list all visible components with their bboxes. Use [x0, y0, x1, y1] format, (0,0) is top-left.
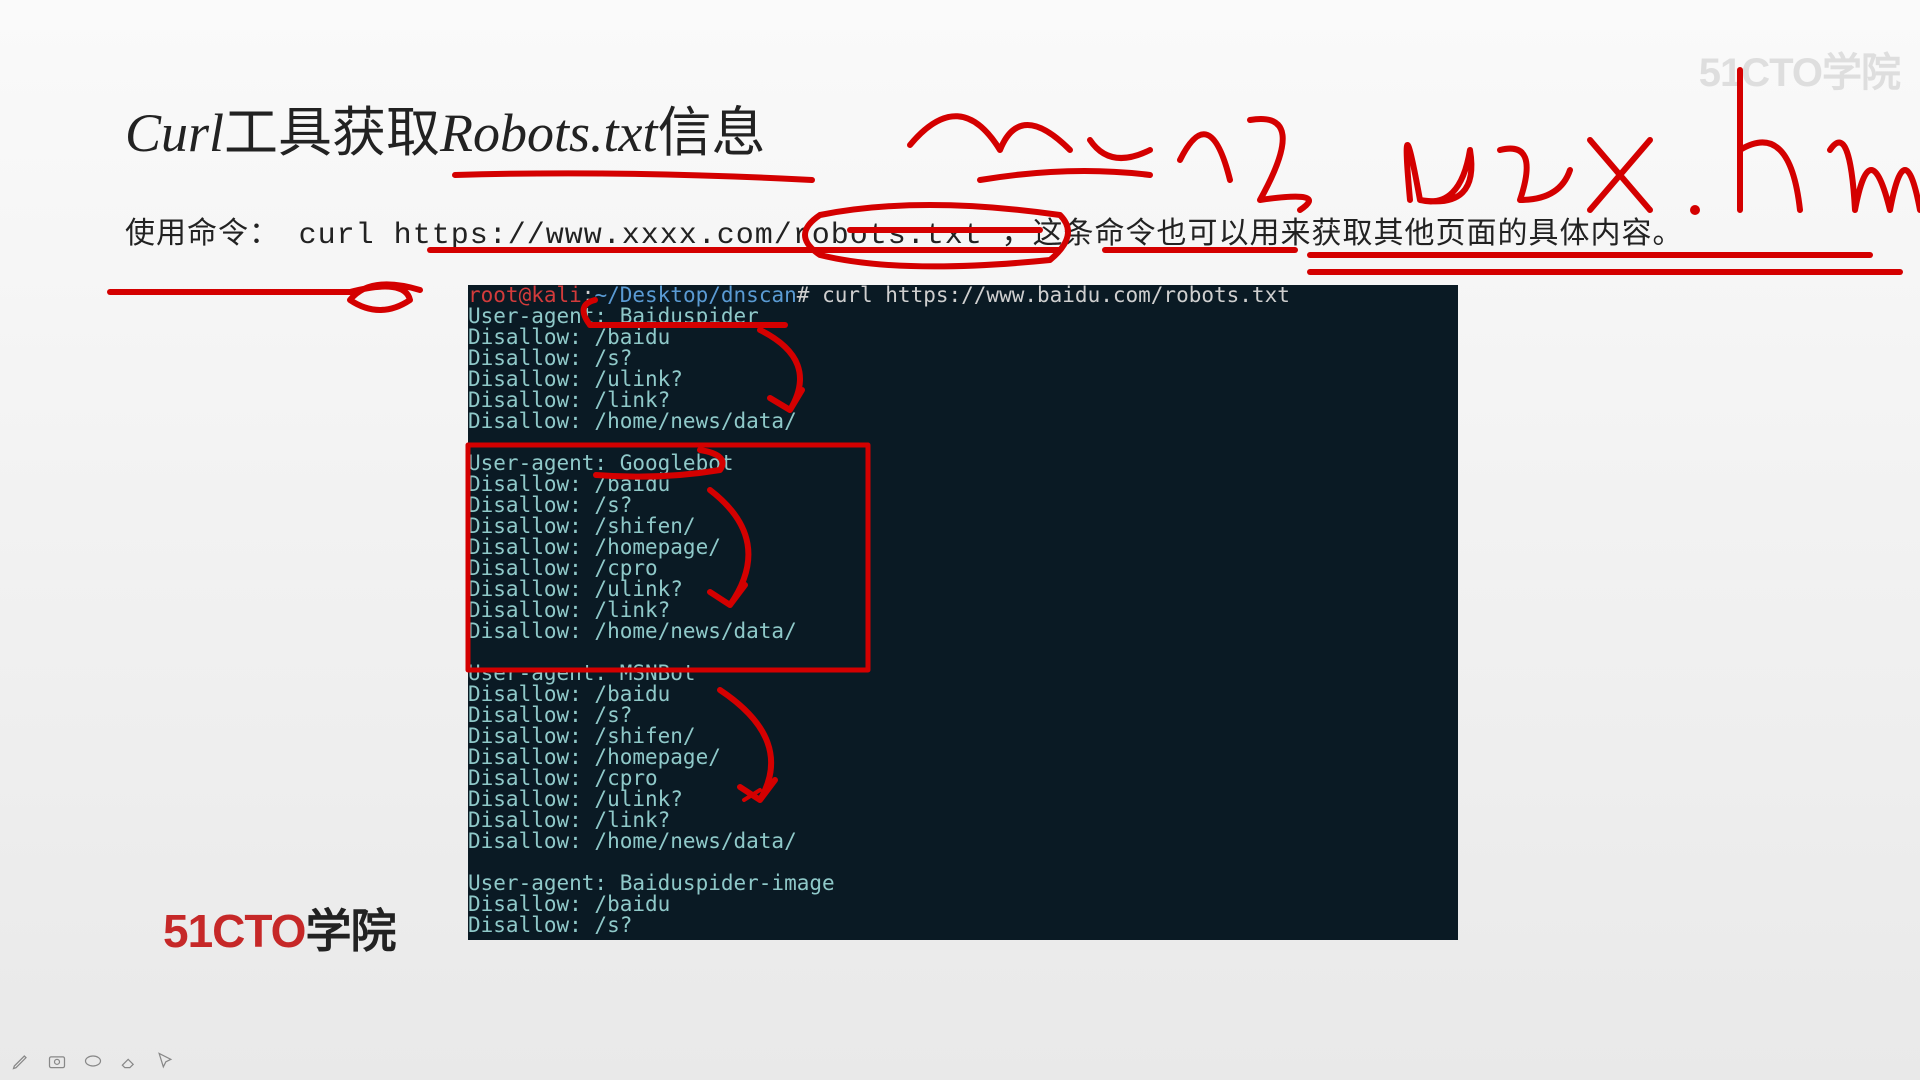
- watermark: 51CTO学院: [1699, 40, 1900, 98]
- subtitle-tail: ，这条命令也可以用来获取其他页面的具体内容。: [1001, 217, 1683, 250]
- terminal-output: root@kali:~/Desktop/dnscan# curl https:/…: [468, 285, 1458, 940]
- title-prefix: Curl: [125, 103, 224, 163]
- slide: Curl工具获取Robots.txt信息 使用命令： curl https://…: [0, 0, 1920, 1080]
- pen-icon[interactable]: [10, 1050, 32, 1072]
- b1-4: Disallow: /home/news/data/: [468, 409, 797, 433]
- ellipse-icon[interactable]: [82, 1050, 104, 1072]
- slide-title: Curl工具获取Robots.txt信息: [125, 88, 766, 167]
- prompt-hash: #: [797, 285, 810, 307]
- title-suffix: Robots.txt: [440, 103, 657, 163]
- subtitle-label: 使用命令：: [125, 217, 280, 250]
- b2-7: Disallow: /home/news/data/: [468, 619, 797, 643]
- eraser-icon[interactable]: [118, 1050, 140, 1072]
- prompt-cmd: curl https://www.baidu.com/robots.txt: [822, 285, 1290, 307]
- b4-1: Disallow: /s?: [468, 913, 632, 937]
- logo-en: 51CTO: [163, 905, 305, 957]
- toolbar: [10, 1050, 176, 1072]
- subtitle-cmd: curl https://www.xxxx.com/robots.txt: [299, 219, 983, 253]
- subtitle: 使用命令： curl https://www.xxxx.com/robots.t…: [125, 208, 1683, 253]
- title-tail: 信息: [658, 103, 766, 163]
- b3-7: Disallow: /home/news/data/: [468, 829, 797, 853]
- logo-cn: 学院: [305, 905, 395, 957]
- title-cn: 工具获取: [224, 103, 440, 163]
- logo: 51CTO学院: [163, 895, 395, 961]
- camera-icon[interactable]: [46, 1050, 68, 1072]
- cursor-icon[interactable]: [154, 1050, 176, 1072]
